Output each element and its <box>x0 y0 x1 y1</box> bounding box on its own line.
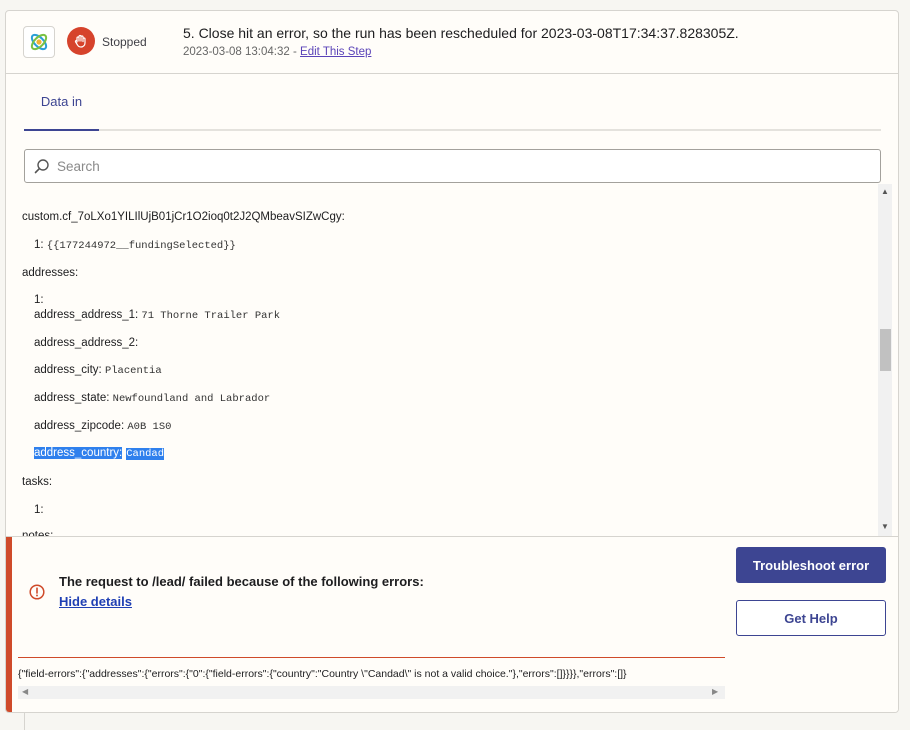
step-card: Stopped 5. Close hit an error, so the ru… <box>5 10 899 713</box>
tree-value[interactable]: Placentia <box>105 365 162 377</box>
tree-key: addresses: <box>22 267 79 279</box>
error-divider <box>18 657 725 658</box>
tree-key: address_zipcode: <box>34 420 128 432</box>
scroll-up-icon[interactable]: ▲ <box>881 188 889 196</box>
tree-row: custom.cf_7oLXo1YILIlUjB01jCr1O2ioq0t2J2… <box>22 211 345 223</box>
tree-row: 1: {{177244972__fundingSelected}} <box>34 239 236 252</box>
search-icon <box>34 158 50 179</box>
tree-key: custom.cf_7oLXo1YILIlUjB01jCr1O2ioq0t2J2… <box>22 211 345 223</box>
step-header: Stopped 5. Close hit an error, so the ru… <box>6 11 898 74</box>
tree-key: 1: <box>34 504 44 516</box>
tree-row: tasks: <box>22 476 52 488</box>
scroll-right-icon[interactable]: ▶ <box>712 688 718 696</box>
tree-key: 1: <box>34 239 47 251</box>
tree-key: address_country: <box>34 447 123 459</box>
error-raw-response[interactable]: {"field-errors":{"addresses":{"errors":{… <box>18 668 725 684</box>
tree-key: address_state: <box>34 392 113 404</box>
error-hscrollbar[interactable]: ◀ ▶ <box>18 686 725 699</box>
app-logo-icon <box>23 26 55 58</box>
tree-row: 1: <box>34 294 44 306</box>
search-box <box>24 149 881 183</box>
tree-row: address_city: Placentia <box>34 364 162 377</box>
step-meta: 2023-03-08 13:04:32 - Edit This Step <box>183 46 371 58</box>
get-help-button[interactable]: Get Help <box>736 600 886 636</box>
tree-scrollbar[interactable]: ▲ ▼ <box>878 184 892 536</box>
tree-key: 1: <box>34 294 44 306</box>
tree-value[interactable]: Candad <box>126 448 165 460</box>
step-title: 5. Close hit an error, so the run has be… <box>183 25 739 41</box>
tab-data-in[interactable]: Data in <box>24 74 99 131</box>
error-panel: The request to /lead/ failed because of … <box>6 536 898 712</box>
scroll-down-icon[interactable]: ▼ <box>881 523 889 531</box>
step-timestamp: 2023-03-08 13:04:32 <box>183 46 290 58</box>
tree-key: address_address_1: <box>34 309 142 321</box>
error-info-icon <box>29 584 45 605</box>
edit-step-link[interactable]: Edit This Step <box>300 46 371 58</box>
meta-separator: - <box>289 46 301 58</box>
scroll-left-icon[interactable]: ◀ <box>22 688 28 696</box>
clipped-row-remnant <box>42 184 602 186</box>
tab-bar: Data in <box>24 74 881 131</box>
data-tree: custom.cf_7oLXo1YILIlUjB01jCr1O2ioq0t2J2… <box>6 184 878 536</box>
error-message: The request to /lead/ failed because of … <box>59 574 424 589</box>
tree-key: address_city: <box>34 364 105 376</box>
tree-value[interactable]: 71 Thorne Trailer Park <box>141 310 280 322</box>
troubleshoot-error-button[interactable]: Troubleshoot error <box>736 547 886 583</box>
tree-row: addresses: <box>22 267 78 279</box>
page-guide-line <box>24 712 25 730</box>
tree-value[interactable]: Newfoundland and Labrador <box>113 393 271 405</box>
tree-row: address_zipcode: A0B 1S0 <box>34 420 171 433</box>
stop-hand-icon <box>67 27 95 55</box>
error-accent-bar <box>6 537 12 712</box>
tree-key: address_address_2: <box>34 337 139 349</box>
scroll-thumb[interactable] <box>880 329 891 371</box>
tree-row: 1: <box>34 504 44 516</box>
search-input[interactable] <box>57 150 857 182</box>
tree-row-selected: address_country: Candad <box>34 447 165 460</box>
tree-row: address_state: Newfoundland and Labrador <box>34 392 270 405</box>
tree-row: address_address_2: <box>34 337 138 349</box>
tree-row: address_address_1: 71 Thorne Trailer Par… <box>34 309 280 322</box>
tree-value[interactable]: {{177244972__fundingSelected}} <box>47 240 236 252</box>
hide-details-link[interactable]: Hide details <box>59 594 132 609</box>
tree-key: tasks: <box>22 476 53 488</box>
tree-value[interactable]: A0B 1S0 <box>127 421 171 433</box>
status-label: Stopped <box>102 35 147 49</box>
